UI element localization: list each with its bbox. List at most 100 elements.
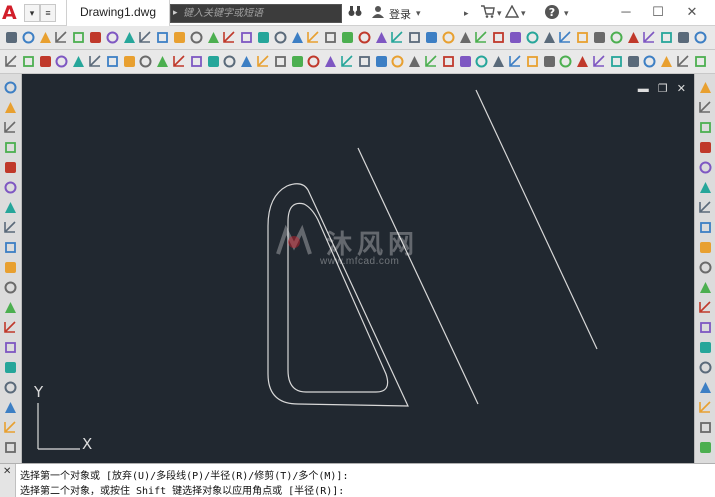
draw-tool-icon-19[interactable] xyxy=(3,440,18,455)
toolbar1-tool-icon-40[interactable] xyxy=(659,30,674,45)
draw-tool-icon-14[interactable] xyxy=(3,340,18,355)
toolbar2-tool-icon-3[interactable] xyxy=(38,54,53,69)
draw-tool-icon-5[interactable] xyxy=(3,160,18,175)
toolbar2-tool-icon-16[interactable] xyxy=(256,54,271,69)
modify-tool-icon-6[interactable] xyxy=(698,180,713,195)
toolbar2-tool-icon-15[interactable] xyxy=(239,54,254,69)
toolbar2-tool-icon-37[interactable] xyxy=(609,54,624,69)
draw-tool-icon-7[interactable] xyxy=(3,200,18,215)
modify-tool-icon-4[interactable] xyxy=(698,140,713,155)
toolbar1-tool-icon-18[interactable] xyxy=(290,30,305,45)
toolbar1-tool-icon-21[interactable] xyxy=(340,30,355,45)
toolbar2-tool-icon-4[interactable] xyxy=(54,54,69,69)
toolbar2-tool-icon-19[interactable] xyxy=(306,54,321,69)
toolbar2-tool-icon-26[interactable] xyxy=(424,54,439,69)
modify-tool-icon-16[interactable] xyxy=(698,380,713,395)
toolbar2-tool-icon-34[interactable] xyxy=(558,54,573,69)
draw-tool-icon-1[interactable] xyxy=(3,80,18,95)
toolbar1-tool-icon-15[interactable] xyxy=(239,30,254,45)
toolbar2-tool-icon-25[interactable] xyxy=(407,54,422,69)
application-menu-button[interactable]: A xyxy=(2,3,22,23)
toolbar1-tool-icon-10[interactable] xyxy=(155,30,170,45)
draw-tool-icon-15[interactable] xyxy=(3,360,18,375)
toolbar1-tool-icon-9[interactable] xyxy=(138,30,153,45)
toolbar2-tool-icon-27[interactable] xyxy=(441,54,456,69)
search-expand-icon[interactable]: ▸ xyxy=(173,7,178,18)
modify-tool-icon-12[interactable] xyxy=(698,300,713,315)
toolbar2-tool-icon-38[interactable] xyxy=(626,54,641,69)
toolbar1-tool-icon-5[interactable] xyxy=(71,30,86,45)
toolbar1-tool-icon-23[interactable] xyxy=(374,30,389,45)
toolbar1-tool-icon-8[interactable] xyxy=(122,30,137,45)
toolbar1-tool-icon-35[interactable] xyxy=(575,30,590,45)
toolbar2-tool-icon-23[interactable] xyxy=(374,54,389,69)
toolbar2-tool-icon-40[interactable] xyxy=(659,54,674,69)
toolbar1-tool-icon-4[interactable] xyxy=(54,30,69,45)
toolbar2-tool-icon-22[interactable] xyxy=(357,54,372,69)
toolbar1-tool-icon-24[interactable] xyxy=(390,30,405,45)
toolbar1-tool-icon-36[interactable] xyxy=(592,30,607,45)
toolbar1-tool-icon-38[interactable] xyxy=(626,30,641,45)
toolbar1-tool-icon-37[interactable] xyxy=(609,30,624,45)
toolbar1-tool-icon-19[interactable] xyxy=(306,30,321,45)
toolbar1-tool-icon-3[interactable] xyxy=(38,30,53,45)
toolbar1-tool-icon-7[interactable] xyxy=(105,30,120,45)
toolbar1-tool-icon-1[interactable] xyxy=(4,30,19,45)
draw-tool-icon-10[interactable] xyxy=(3,260,18,275)
draw-tool-icon-2[interactable] xyxy=(3,100,18,115)
user-icon[interactable] xyxy=(372,5,384,21)
cart-dropdown-icon[interactable]: ▾ xyxy=(497,8,502,19)
draw-tool-icon-18[interactable] xyxy=(3,420,18,435)
toolbar2-tool-icon-14[interactable] xyxy=(222,54,237,69)
toolbar2-tool-icon-29[interactable] xyxy=(474,54,489,69)
toolbar1-tool-icon-31[interactable] xyxy=(508,30,523,45)
quick-access-dropdown-icon[interactable]: ▾ xyxy=(24,4,40,22)
toolbar1-tool-icon-41[interactable] xyxy=(676,30,691,45)
maximize-button[interactable]: ☐ xyxy=(646,3,670,21)
draw-tool-icon-13[interactable] xyxy=(3,320,18,335)
modify-tool-icon-7[interactable] xyxy=(698,200,713,215)
toolbar1-tool-icon-29[interactable] xyxy=(474,30,489,45)
toolbar1-tool-icon-32[interactable] xyxy=(525,30,540,45)
toolbar2-tool-icon-8[interactable] xyxy=(122,54,137,69)
toolbar2-tool-icon-6[interactable] xyxy=(88,54,103,69)
toolbar2-tool-icon-24[interactable] xyxy=(390,54,405,69)
toolbar1-tool-icon-28[interactable] xyxy=(458,30,473,45)
help-dropdown-icon[interactable]: ▾ xyxy=(564,8,569,19)
toolbar1-tool-icon-34[interactable] xyxy=(558,30,573,45)
toolbar2-tool-icon-11[interactable] xyxy=(172,54,187,69)
toolbar2-tool-icon-10[interactable] xyxy=(155,54,170,69)
minimize-button[interactable]: ─ xyxy=(614,3,638,21)
toolbar2-tool-icon-36[interactable] xyxy=(592,54,607,69)
draw-tool-icon-12[interactable] xyxy=(3,300,18,315)
modify-tool-icon-5[interactable] xyxy=(698,160,713,175)
exchange-arrow-icon[interactable]: ▸ xyxy=(464,8,469,19)
toolbar1-tool-icon-20[interactable] xyxy=(323,30,338,45)
close-window-button[interactable]: ✕ xyxy=(680,3,704,21)
toolbar1-tool-icon-6[interactable] xyxy=(88,30,103,45)
toolbar2-tool-icon-2[interactable] xyxy=(21,54,36,69)
toolbar1-tool-icon-22[interactable] xyxy=(357,30,372,45)
binoculars-icon[interactable] xyxy=(348,5,362,20)
draw-tool-icon-8[interactable] xyxy=(3,220,18,235)
toolbar1-tool-icon-33[interactable] xyxy=(542,30,557,45)
toolbar2-tool-icon-9[interactable] xyxy=(138,54,153,69)
command-line-handle[interactable]: ✕ xyxy=(0,464,16,497)
toolbar2-tool-icon-33[interactable] xyxy=(542,54,557,69)
modify-tool-icon-11[interactable] xyxy=(698,280,713,295)
draw-tool-icon-17[interactable] xyxy=(3,400,18,415)
toolbar2-tool-icon-42[interactable] xyxy=(693,54,708,69)
toolbar1-tool-icon-12[interactable] xyxy=(189,30,204,45)
modify-tool-icon-8[interactable] xyxy=(698,220,713,235)
toolbar2-tool-icon-28[interactable] xyxy=(458,54,473,69)
a360-icon[interactable] xyxy=(504,4,520,21)
toolbar1-tool-icon-14[interactable] xyxy=(222,30,237,45)
command-line-close-icon[interactable]: ✕ xyxy=(3,466,11,477)
modify-tool-icon-1[interactable] xyxy=(698,80,713,95)
toolbar2-tool-icon-1[interactable] xyxy=(4,54,19,69)
toolbar2-tool-icon-41[interactable] xyxy=(676,54,691,69)
modify-tool-icon-2[interactable] xyxy=(698,100,713,115)
quick-access-menu-icon[interactable]: ≡ xyxy=(40,4,56,22)
modify-tool-icon-17[interactable] xyxy=(698,400,713,415)
search-input[interactable] xyxy=(183,5,338,22)
